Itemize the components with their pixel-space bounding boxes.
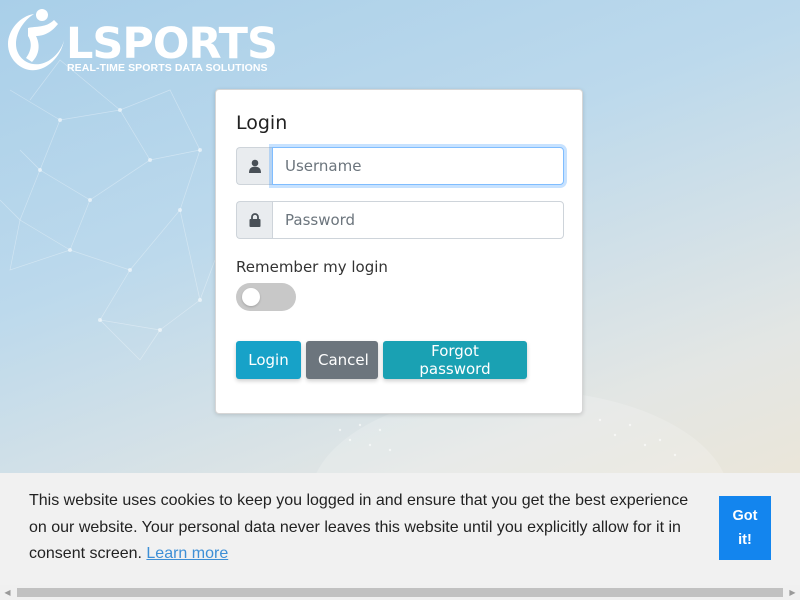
- password-input[interactable]: [272, 201, 564, 239]
- brand-tagline: REAL-TIME SPORTS DATA SOLUTIONS: [67, 62, 268, 74]
- lock-icon: [236, 201, 272, 239]
- brand-logo: LSPORTS REAL-TIME SPORTS DATA SOLUTIONS: [6, 6, 278, 76]
- password-group: [236, 201, 564, 239]
- username-group: [236, 147, 564, 185]
- toggle-knob: [242, 288, 260, 306]
- login-title: Login: [236, 112, 288, 134]
- forgot-password-button[interactable]: Forgot password: [383, 341, 527, 379]
- cookie-message-container: This website uses cookies to keep you lo…: [29, 488, 699, 568]
- horizontal-scrollbar[interactable]: ◀ ▶: [0, 585, 800, 600]
- cancel-button[interactable]: Cancel: [306, 341, 378, 379]
- cookie-message: This website uses cookies to keep you lo…: [29, 492, 689, 562]
- user-icon: [236, 147, 272, 185]
- username-input[interactable]: [272, 147, 564, 185]
- brand-name: LSPORTS: [66, 19, 278, 69]
- learn-more-link[interactable]: Learn more: [146, 545, 228, 562]
- scroll-right-icon[interactable]: ▶: [785, 585, 800, 600]
- scrollbar-thumb[interactable]: [17, 588, 783, 597]
- remember-toggle[interactable]: [236, 283, 296, 311]
- login-button[interactable]: Login: [236, 341, 301, 379]
- remember-label: Remember my login: [236, 258, 388, 276]
- athlete-logo-icon: [8, 9, 64, 71]
- login-card: Login Remember my login Login Cancel For…: [215, 89, 583, 414]
- scroll-left-icon[interactable]: ◀: [0, 585, 15, 600]
- cookie-accept-button[interactable]: Got it!: [719, 496, 771, 560]
- cookie-banner: This website uses cookies to keep you lo…: [0, 473, 800, 585]
